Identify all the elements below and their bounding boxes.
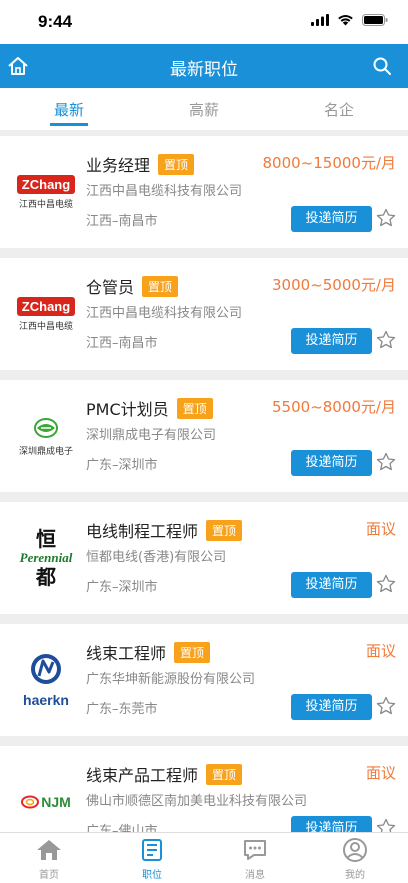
job-card[interactable]: haerkn 线束工程师 置顶 面议 广东华坤新能源股份有限公司 广东–东莞市 投…: [0, 624, 408, 736]
job-title: 线束工程师: [86, 644, 167, 663]
job-title: 业务经理: [86, 156, 151, 175]
logo-name: 深圳鼎成电子: [18, 446, 73, 457]
tab-bar-label: 消息: [245, 870, 265, 881]
company-name: 恒都电线(香港)有限公司: [86, 550, 227, 565]
tab-bar-profile[interactable]: 我的: [325, 838, 385, 881]
njm-swirl-icon: [21, 795, 40, 809]
haerkn-logo-icon: [31, 654, 61, 684]
company-name: 江西中昌电缆科技有限公司: [86, 184, 243, 199]
job-location: 江西–南昌市: [86, 214, 158, 229]
company-logo: ZChang 江西中昌电缆: [12, 276, 80, 352]
apply-button[interactable]: 投递简历: [291, 694, 372, 720]
job-title: 电线制程工程师: [86, 522, 199, 541]
logo-name-top: 恒: [36, 527, 56, 551]
logo-name: 江西中昌电缆: [18, 199, 73, 210]
star-icon[interactable]: [376, 208, 396, 228]
job-card[interactable]: ZChang 江西中昌电缆 仓管员 置顶 3000~5000元/月 江西中昌电缆科…: [0, 258, 408, 370]
job-card[interactable]: 深圳鼎成电子 PMC计划员 置顶 5500~8000元/月 深圳鼎成电子有限公司 …: [0, 380, 408, 492]
tab-bar-home[interactable]: 首页: [19, 838, 79, 881]
page-title: 最新职位: [170, 60, 238, 80]
logo-brand: haerkn: [23, 692, 69, 708]
salary: 8000~15000元/月: [262, 154, 396, 172]
apply-button[interactable]: 投递简历: [291, 328, 372, 354]
salary: 面议: [365, 642, 396, 660]
pinned-badge: 置顶: [206, 520, 243, 541]
salary: 5500~8000元/月: [272, 398, 396, 416]
filter-tabs: 最新 高薪 名企: [0, 88, 408, 130]
job-title-row: 线束产品工程师 置顶: [86, 762, 243, 786]
logo-brand: Perennial: [19, 550, 73, 565]
logo-brand: NJM: [41, 794, 71, 810]
home-icon: [37, 840, 61, 860]
apply-button[interactable]: 投递简历: [291, 450, 372, 476]
tab-famous-company[interactable]: 名企: [309, 99, 369, 120]
logo-name-bottom: 都: [36, 565, 56, 589]
company-logo: 恒 Perennial 都: [12, 520, 80, 596]
status-icons: [311, 14, 388, 26]
apply-button[interactable]: 投递简历: [291, 572, 372, 598]
signal-icon: [311, 14, 329, 26]
job-title: PMC计划员: [86, 400, 169, 419]
status-time: 9:44: [38, 12, 73, 31]
tab-high-salary[interactable]: 高薪: [174, 99, 234, 120]
job-location: 广东–深圳市: [86, 580, 158, 595]
job-title-row: 电线制程工程师 置顶: [86, 518, 243, 542]
logo-brand: ZChang: [16, 174, 76, 194]
company-logo: ZChang 江西中昌电缆: [12, 154, 80, 230]
job-card[interactable]: 恒 Perennial 都 电线制程工程师 置顶 面议 恒都电线(香港)有限公司 …: [0, 502, 408, 614]
company-logo: haerkn: [12, 642, 80, 718]
job-title: 仓管员: [86, 278, 135, 297]
apply-button[interactable]: 投递简历: [291, 206, 372, 232]
pinned-badge: 置顶: [142, 276, 179, 297]
job-location: 广东–东莞市: [86, 702, 158, 717]
tab-bar-label: 首页: [39, 870, 59, 881]
pinned-badge: 置顶: [206, 764, 243, 785]
tab-bar-messages[interactable]: 消息: [225, 838, 285, 881]
company-name: 深圳鼎成电子有限公司: [86, 428, 217, 443]
star-icon[interactable]: [376, 574, 396, 594]
dingcheng-logo-icon: [34, 417, 58, 438]
chat-icon: [244, 840, 266, 860]
nav-bar: 最新职位: [0, 44, 408, 88]
tab-bar-jobs[interactable]: 职位: [122, 838, 182, 881]
company-name: 广东华坤新能源股份有限公司: [86, 672, 256, 687]
logo-name: 江西中昌电缆: [18, 321, 73, 332]
company-name: 佛山市顺德区南加美电业科技有限公司: [86, 794, 308, 809]
njm-logo: NJM: [21, 794, 71, 810]
wifi-icon: [338, 15, 353, 26]
search-icon[interactable]: [372, 56, 392, 76]
star-icon[interactable]: [376, 452, 396, 472]
tab-bar-label: 职位: [142, 870, 162, 881]
logo-brand: ZChang: [16, 296, 76, 316]
document-icon: [142, 839, 162, 861]
status-bar: 9:44: [0, 0, 408, 44]
tab-bar-label: 我的: [345, 870, 365, 881]
job-location: 广东–深圳市: [86, 458, 158, 473]
job-card[interactable]: ZChang 江西中昌电缆 业务经理 置顶 8000~15000元/月 江西中昌电…: [0, 136, 408, 248]
bottom-tab-bar: 首页 职位 消息 我的: [0, 832, 408, 883]
job-title-row: 仓管员 置顶: [86, 274, 179, 298]
pinned-badge: 置顶: [176, 398, 213, 419]
company-logo: NJM: [12, 764, 80, 840]
salary: 面议: [365, 520, 396, 538]
pinned-badge: 置顶: [158, 154, 195, 175]
active-tab-indicator: [50, 123, 88, 126]
battery-icon: [362, 14, 388, 26]
tab-latest[interactable]: 最新: [39, 99, 99, 120]
job-title-row: PMC计划员 置顶: [86, 396, 213, 420]
salary: 3000~5000元/月: [272, 276, 396, 294]
star-icon[interactable]: [376, 330, 396, 350]
company-logo: 深圳鼎成电子: [12, 398, 80, 474]
company-name: 江西中昌电缆科技有限公司: [86, 306, 243, 321]
job-title-row: 线束工程师 置顶: [86, 640, 211, 664]
job-title: 线束产品工程师: [86, 766, 199, 785]
job-title-row: 业务经理 置顶: [86, 152, 195, 176]
pinned-badge: 置顶: [174, 642, 211, 663]
star-icon[interactable]: [376, 696, 396, 716]
user-icon: [343, 838, 367, 862]
job-location: 江西–南昌市: [86, 336, 158, 351]
salary: 面议: [365, 764, 396, 782]
